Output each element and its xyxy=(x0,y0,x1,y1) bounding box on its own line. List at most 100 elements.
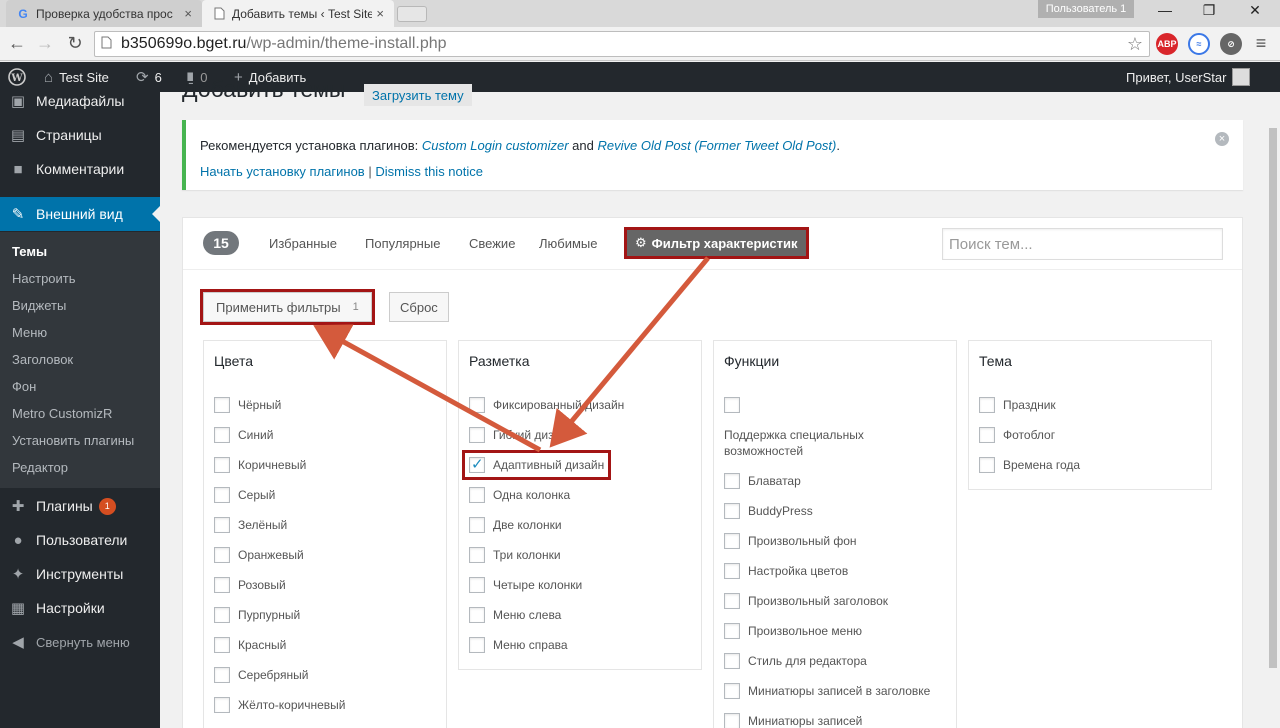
adblock-extension-icon[interactable]: ABP xyxy=(1156,33,1178,55)
checkbox[interactable] xyxy=(214,667,230,683)
submenu-widgets[interactable]: Виджеты xyxy=(12,298,66,313)
option-pink[interactable]: Розовый xyxy=(214,577,286,593)
checkbox[interactable] xyxy=(469,607,485,623)
checkbox[interactable] xyxy=(724,623,740,639)
option-photoblogging[interactable]: Фотоблог xyxy=(979,427,1055,443)
checkbox[interactable] xyxy=(724,563,740,579)
sync-extension-icon[interactable]: ≈ xyxy=(1188,33,1210,55)
checkbox[interactable] xyxy=(469,637,485,653)
checkbox[interactable] xyxy=(724,593,740,609)
menu-icon[interactable]: ≡ xyxy=(1250,32,1272,54)
option-featured-image-header[interactable]: Миниатюры записей в заголовке xyxy=(724,683,930,699)
close-window-icon[interactable]: ✕ xyxy=(1240,2,1270,19)
checkbox[interactable] xyxy=(214,457,230,473)
menu-tools[interactable]: ✦ Инструменты xyxy=(0,557,160,591)
option-blue[interactable]: Синий xyxy=(214,427,273,443)
option-one-column[interactable]: Одна колонка xyxy=(469,487,570,503)
submenu-metro-customizr[interactable]: Metro CustomizR xyxy=(12,406,112,421)
close-tab-icon[interactable]: × xyxy=(376,6,384,21)
option-custom-header[interactable]: Произвольный заголовок xyxy=(724,593,888,609)
submenu-editor[interactable]: Редактор xyxy=(12,460,68,475)
submenu-header[interactable]: Заголовок xyxy=(12,352,73,367)
option-left-sidebar[interactable]: Меню слева xyxy=(469,607,561,623)
checkbox[interactable] xyxy=(214,487,230,503)
search-themes-input[interactable]: Поиск тем... xyxy=(942,228,1223,260)
menu-plugins[interactable]: ✚ Плагины 1 xyxy=(0,489,160,523)
reload-icon[interactable]: ↻ xyxy=(64,32,86,54)
option-holiday[interactable]: Праздник xyxy=(979,397,1056,413)
menu-settings[interactable]: ▦ Настройки xyxy=(0,591,160,625)
option-green[interactable]: Зелёный xyxy=(214,517,287,533)
feature-filter-button[interactable]: ⚙ Фильтр характеристик xyxy=(624,227,809,259)
upload-theme-button[interactable]: Загрузить тему xyxy=(364,84,472,106)
submenu-menus[interactable]: Меню xyxy=(12,325,47,340)
menu-appearance[interactable]: ✎ Внешний вид xyxy=(0,197,160,231)
option-featured-images[interactable]: Миниатюры записей xyxy=(724,713,862,728)
submenu-install-plugins[interactable]: Установить плагины xyxy=(12,433,134,448)
menu-comments[interactable]: ■ Комментарии xyxy=(0,152,160,186)
checkbox[interactable] xyxy=(469,577,485,593)
dismiss-notice-link[interactable]: Dismiss this notice xyxy=(375,164,483,179)
checkbox[interactable] xyxy=(469,547,485,563)
option-buddypress[interactable]: BuddyPress xyxy=(724,503,813,519)
tab-featured[interactable]: Избранные xyxy=(269,236,337,251)
option-right-sidebar[interactable]: Меню справа xyxy=(469,637,568,653)
option-custom-colors[interactable]: Настройка цветов xyxy=(724,563,848,579)
option-editor-style[interactable]: Стиль для редактора xyxy=(724,653,867,669)
bookmark-star-icon[interactable]: ☆ xyxy=(1127,34,1143,55)
back-icon[interactable]: ← xyxy=(6,32,28,54)
checkbox[interactable] xyxy=(724,503,740,519)
option-tan[interactable]: Жёлто-коричневый xyxy=(214,697,345,713)
option-silver[interactable]: Серебряный xyxy=(214,667,308,683)
address-bar[interactable]: b350699o.bget.ru/wp-admin/theme-install.… xyxy=(94,31,1150,57)
account-menu[interactable]: Привет, UserStar xyxy=(1126,62,1251,92)
checkbox[interactable] xyxy=(469,397,485,413)
tab-latest[interactable]: Свежие xyxy=(469,236,515,251)
option-blavatar[interactable]: Блаватар xyxy=(724,473,801,489)
option-gray[interactable]: Серый xyxy=(214,487,275,503)
minimize-icon[interactable]: — xyxy=(1150,2,1180,18)
option-custom-menu[interactable]: Произвольное меню xyxy=(724,623,862,639)
option-accessibility[interactable] xyxy=(724,397,748,413)
compass-extension-icon[interactable]: ⊘ xyxy=(1220,33,1242,55)
checkbox[interactable] xyxy=(469,427,485,443)
option-fixed-layout[interactable]: Фиксированный дизайн xyxy=(469,397,624,413)
option-custom-background[interactable]: Произвольный фон xyxy=(724,533,857,549)
checkbox[interactable] xyxy=(214,577,230,593)
checkbox[interactable] xyxy=(214,427,230,443)
dismiss-icon[interactable]: × xyxy=(1215,132,1229,146)
checkbox[interactable] xyxy=(724,533,740,549)
option-four-columns[interactable]: Четыре колонки xyxy=(469,577,582,593)
option-responsive-layout[interactable]: Адаптивный дизайн xyxy=(461,450,612,480)
tab-favorites[interactable]: Любимые xyxy=(539,236,598,251)
plugin-link-revive-old-post[interactable]: Revive Old Post (Former Tweet Old Post) xyxy=(598,138,837,153)
new-tab-button[interactable] xyxy=(397,6,427,22)
checkbox[interactable] xyxy=(724,713,740,728)
option-fluid-layout[interactable]: Гибкий дизайн xyxy=(469,427,574,443)
apply-filters-button[interactable]: Применить фильтры 1 xyxy=(200,289,375,325)
tab-popular[interactable]: Популярные xyxy=(365,236,440,251)
begin-install-link[interactable]: Начать установку плагинов xyxy=(200,164,365,179)
checkbox[interactable] xyxy=(979,397,995,413)
scrollbar-thumb[interactable] xyxy=(1269,128,1277,668)
reset-filters-button[interactable]: Сброс xyxy=(389,292,449,322)
option-brown[interactable]: Коричневый xyxy=(214,457,306,473)
checkbox[interactable] xyxy=(214,397,230,413)
submenu-background[interactable]: Фон xyxy=(12,379,36,394)
option-black[interactable]: Чёрный xyxy=(214,397,281,413)
option-red[interactable]: Красный xyxy=(214,637,286,653)
option-two-columns[interactable]: Две колонки xyxy=(469,517,562,533)
option-three-columns[interactable]: Три колонки xyxy=(469,547,561,563)
browser-profile-badge[interactable]: Пользователь 1 xyxy=(1038,0,1134,18)
browser-tab-2[interactable]: Добавить темы ‹ Test Site × xyxy=(202,0,394,27)
option-orange[interactable]: Оранжевый xyxy=(214,547,304,563)
collapse-menu[interactable]: ◀ Свернуть меню xyxy=(0,625,160,659)
submenu-customize[interactable]: Настроить xyxy=(12,271,76,286)
checkbox[interactable] xyxy=(214,697,230,713)
checkbox[interactable] xyxy=(214,547,230,563)
checkbox[interactable] xyxy=(214,637,230,653)
option-purple[interactable]: Пурпурный xyxy=(214,607,300,623)
checkbox[interactable] xyxy=(469,487,485,503)
checkbox[interactable] xyxy=(724,653,740,669)
forward-icon[interactable]: → xyxy=(34,32,56,54)
